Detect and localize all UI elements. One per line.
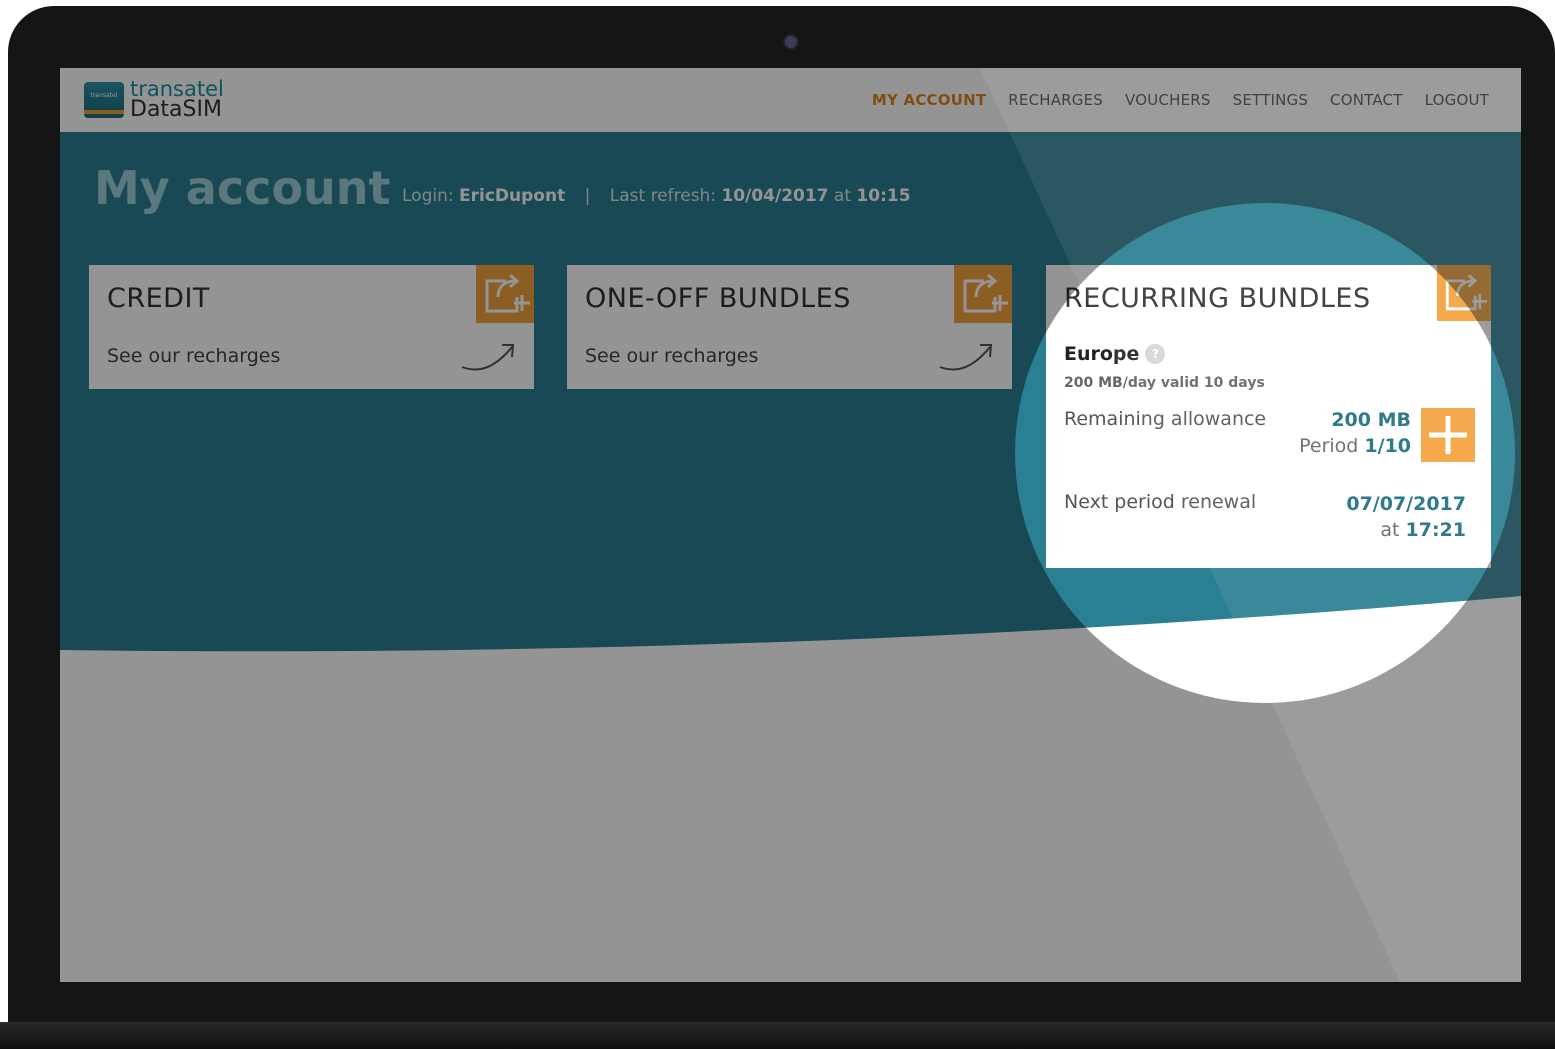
- export-plus-icon[interactable]: [954, 265, 1012, 323]
- credit-card[interactable]: CREDIT See our recharges: [89, 265, 534, 389]
- next-renewal-value: 07/07/2017 at 17:21: [1346, 491, 1466, 543]
- main-nav: MY ACCOUNT RECHARGES VOUCHERS SETTINGS C…: [872, 68, 1489, 132]
- credit-see-recharges-link[interactable]: See our recharges: [107, 345, 280, 367]
- nav-recharges[interactable]: RECHARGES: [1008, 91, 1103, 109]
- nav-my-account[interactable]: MY ACCOUNT: [872, 91, 986, 109]
- oneoff-card-title: ONE-OFF BUNDLES: [585, 283, 851, 314]
- renewal-date: 07/07/2017: [1346, 493, 1466, 515]
- curved-arrow-icon[interactable]: [460, 339, 518, 375]
- logo-mark-icon: transatel: [84, 82, 124, 118]
- screen: transatel transatel DataSIM MY ACCOUNT R…: [60, 68, 1521, 982]
- logo-text-bottom: DataSIM: [130, 97, 222, 122]
- refresh-at: at: [833, 186, 852, 206]
- nav-vouchers[interactable]: VOUCHERS: [1125, 91, 1211, 109]
- page-title: My account: [94, 161, 391, 215]
- login-label: Login:: [402, 186, 454, 206]
- logo-mark-text: transatel: [90, 92, 118, 99]
- oneoff-bundles-card[interactable]: ONE-OFF BUNDLES See our recharges: [567, 265, 1012, 389]
- export-plus-icon[interactable]: [1437, 265, 1491, 321]
- renewal-at: at: [1380, 519, 1400, 541]
- camera: [785, 36, 797, 48]
- remaining-allowance-label: Remaining allowance: [1064, 408, 1267, 430]
- credit-card-title: CREDIT: [107, 283, 210, 314]
- meta-separator: |: [584, 186, 591, 206]
- nav-settings[interactable]: SETTINGS: [1233, 91, 1308, 109]
- next-renewal-label: Next period renewal: [1064, 491, 1257, 513]
- recurring-card-title: RECURRING BUNDLES: [1064, 283, 1371, 314]
- remaining-allowance-value: 200 MB Period 1/10: [1299, 407, 1411, 459]
- refresh-date: 10/04/2017: [721, 186, 829, 206]
- refresh-time: 10:15: [856, 186, 911, 206]
- recurring-bundles-card: RECURRING BUNDLES Europe? 200 MB/day val…: [1046, 265, 1491, 568]
- refresh-label: Last refresh:: [609, 186, 717, 206]
- logo[interactable]: transatel transatel DataSIM: [84, 78, 254, 122]
- login-value: EricDupont: [459, 186, 566, 206]
- bundle-description: 200 MB/day valid 10 days: [1064, 375, 1265, 391]
- bundle-region-name: Europe: [1064, 343, 1140, 365]
- curved-arrow-icon[interactable]: [938, 339, 996, 375]
- oneoff-see-recharges-link[interactable]: See our recharges: [585, 345, 758, 367]
- renewal-time: 17:21: [1405, 519, 1466, 541]
- period-value: 1/10: [1364, 435, 1411, 457]
- renewal-time-row: at 17:21: [1346, 517, 1466, 543]
- header: transatel transatel DataSIM MY ACCOUNT R…: [60, 68, 1521, 132]
- plus-icon[interactable]: [1421, 408, 1475, 462]
- remaining-amount: 200 MB: [1331, 409, 1411, 431]
- help-icon[interactable]: ?: [1145, 344, 1166, 364]
- nav-contact[interactable]: CONTACT: [1330, 91, 1403, 109]
- export-plus-icon[interactable]: [476, 265, 534, 323]
- period-label: Period: [1299, 435, 1359, 457]
- account-meta: Login: EricDupont | Last refresh: 10/04/…: [402, 186, 911, 206]
- bundle-region: Europe?: [1064, 343, 1166, 365]
- period-row: Period 1/10: [1299, 433, 1411, 459]
- nav-logout[interactable]: LOGOUT: [1425, 91, 1489, 109]
- laptop-edge: [0, 1022, 1555, 1049]
